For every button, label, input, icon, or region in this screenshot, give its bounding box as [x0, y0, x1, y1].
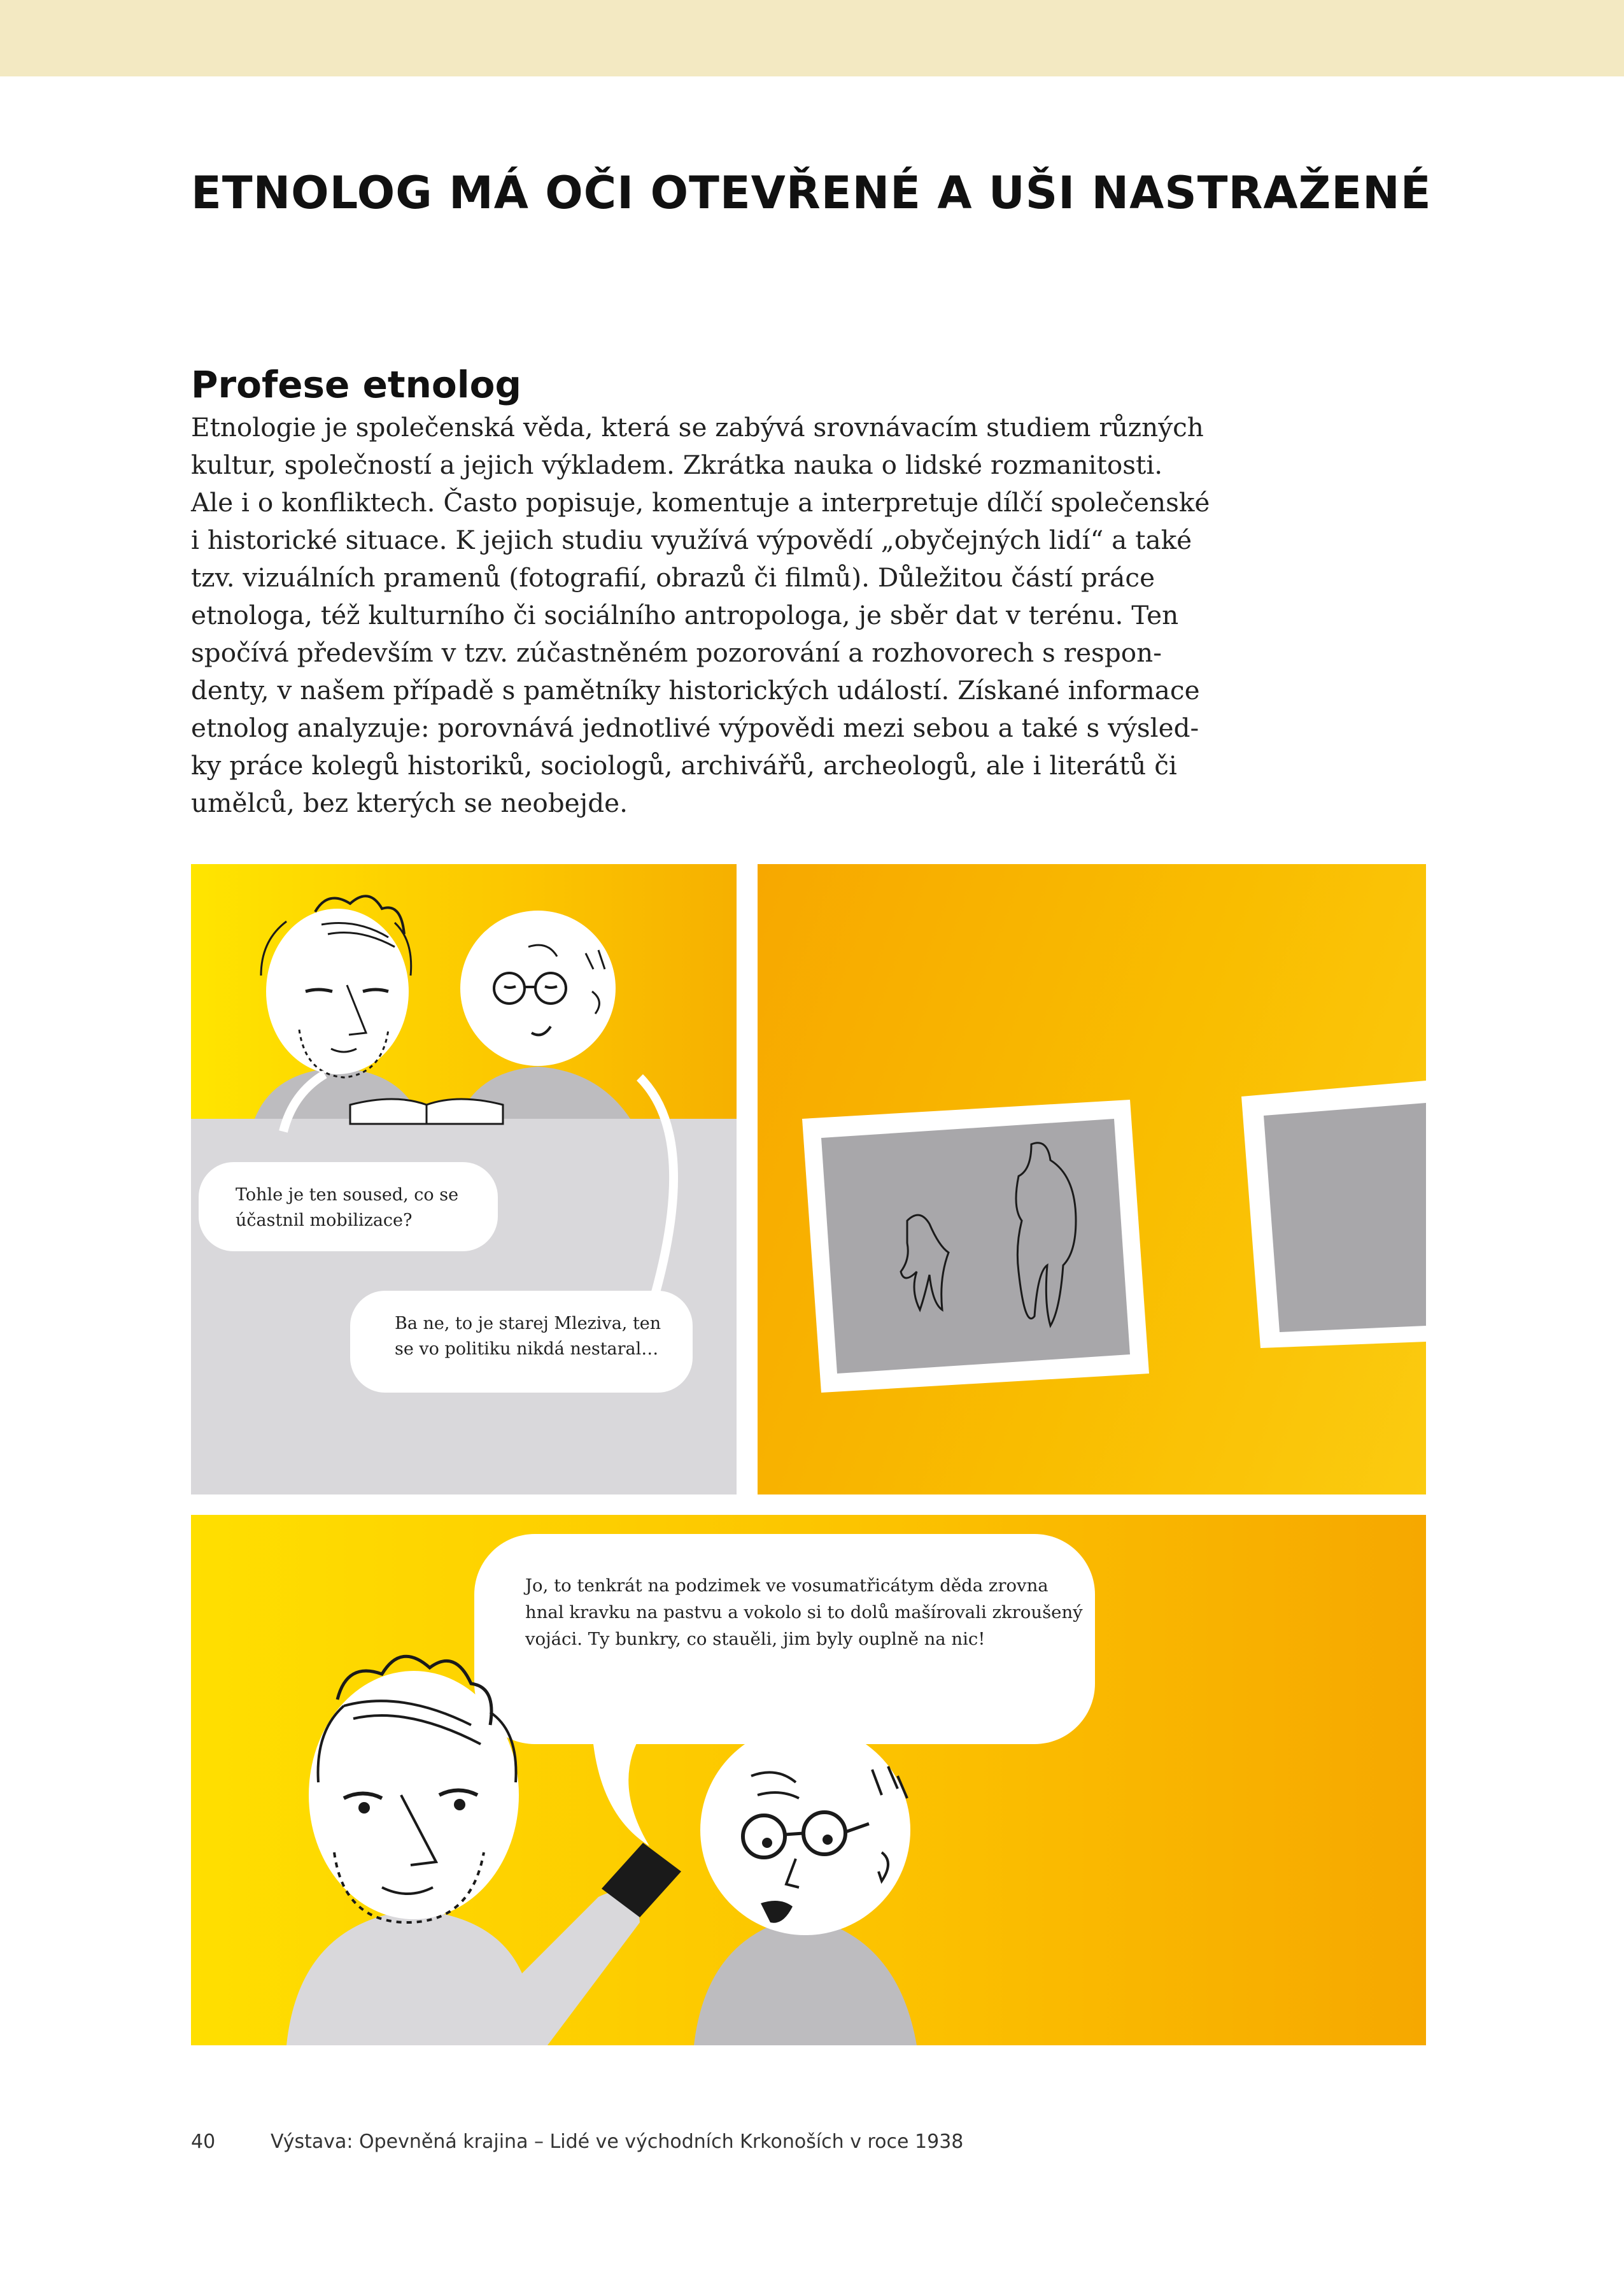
speech-bubble-2-text: Ba ne, to je starej Mleziva, ten se vo p… — [395, 1314, 661, 1359]
body-line: denty, v našem případě s pamětníky histo… — [191, 675, 1200, 706]
comic-panel-photographs — [758, 864, 1426, 1494]
panel-1-illustration — [191, 895, 737, 1494]
photograph-2 — [1241, 1081, 1426, 1348]
body-line: tzv. vizuálních pramenů (fotografií, obr… — [191, 562, 1155, 593]
body-line: kultur, společností a jejich výkladem. Z… — [191, 450, 1163, 480]
speech-bubble-3-text: Jo, to tenkrát na podzimek ve vosumatřic… — [525, 1575, 1083, 1649]
elder-body — [694, 1916, 917, 2045]
body-line: umělců, bez kterých se neobejde. — [191, 788, 628, 818]
elder-head — [460, 911, 616, 1066]
researcher-body — [286, 1891, 640, 2045]
header-band — [0, 0, 1624, 76]
page-number: 40 — [191, 2131, 216, 2153]
section-heading: Profese etnolog — [191, 363, 522, 406]
body-line: etnologa, též kulturního či sociálního a… — [191, 600, 1179, 630]
panel-2-illustration — [802, 1081, 1426, 1393]
body-line: i historické situace. K jejich studiu vy… — [191, 525, 1192, 555]
researcher-eye-left — [358, 1802, 370, 1814]
researcher-eye-right — [454, 1799, 465, 1810]
page-footer: 40 Výstava: Opevněná krajina – Lidé ve vý… — [191, 2131, 963, 2153]
body-line: spočívá především v tzv. zúčastněném poz… — [191, 637, 1162, 668]
comic-panel-testimony: Jo, to tenkrát na podzimek ve vosumatřic… — [191, 1515, 1426, 2045]
speech-bubble-1-text: Tohle je ten soused, co se účastnil mobi… — [236, 1185, 459, 1230]
body-line: Etnologie je společenská věda, která se … — [191, 412, 1204, 443]
body-line: etnolog analyzuje: porovnává jednotlivé … — [191, 713, 1199, 743]
body-text: Etnologie je společenská věda, která se … — [191, 409, 1210, 822]
body-line: ky práce kolegů historiků, sociologů, ar… — [191, 750, 1177, 781]
photograph-1 — [802, 1100, 1149, 1393]
body-line: Ale i o konfliktech. Často popisuje, kom… — [191, 487, 1210, 518]
page-title: ETNOLOG MÁ OČI OTEVŘENÉ A UŠI NASTRAŽENÉ — [191, 167, 1432, 219]
comic-panel-interview: Tohle je ten soused, co se účastnil mobi… — [191, 864, 737, 1494]
footer-publication-title: Výstava: Opevněná krajina – Lidé ve vých… — [271, 2131, 964, 2153]
speech-bubble-3-tail — [592, 1731, 649, 1846]
